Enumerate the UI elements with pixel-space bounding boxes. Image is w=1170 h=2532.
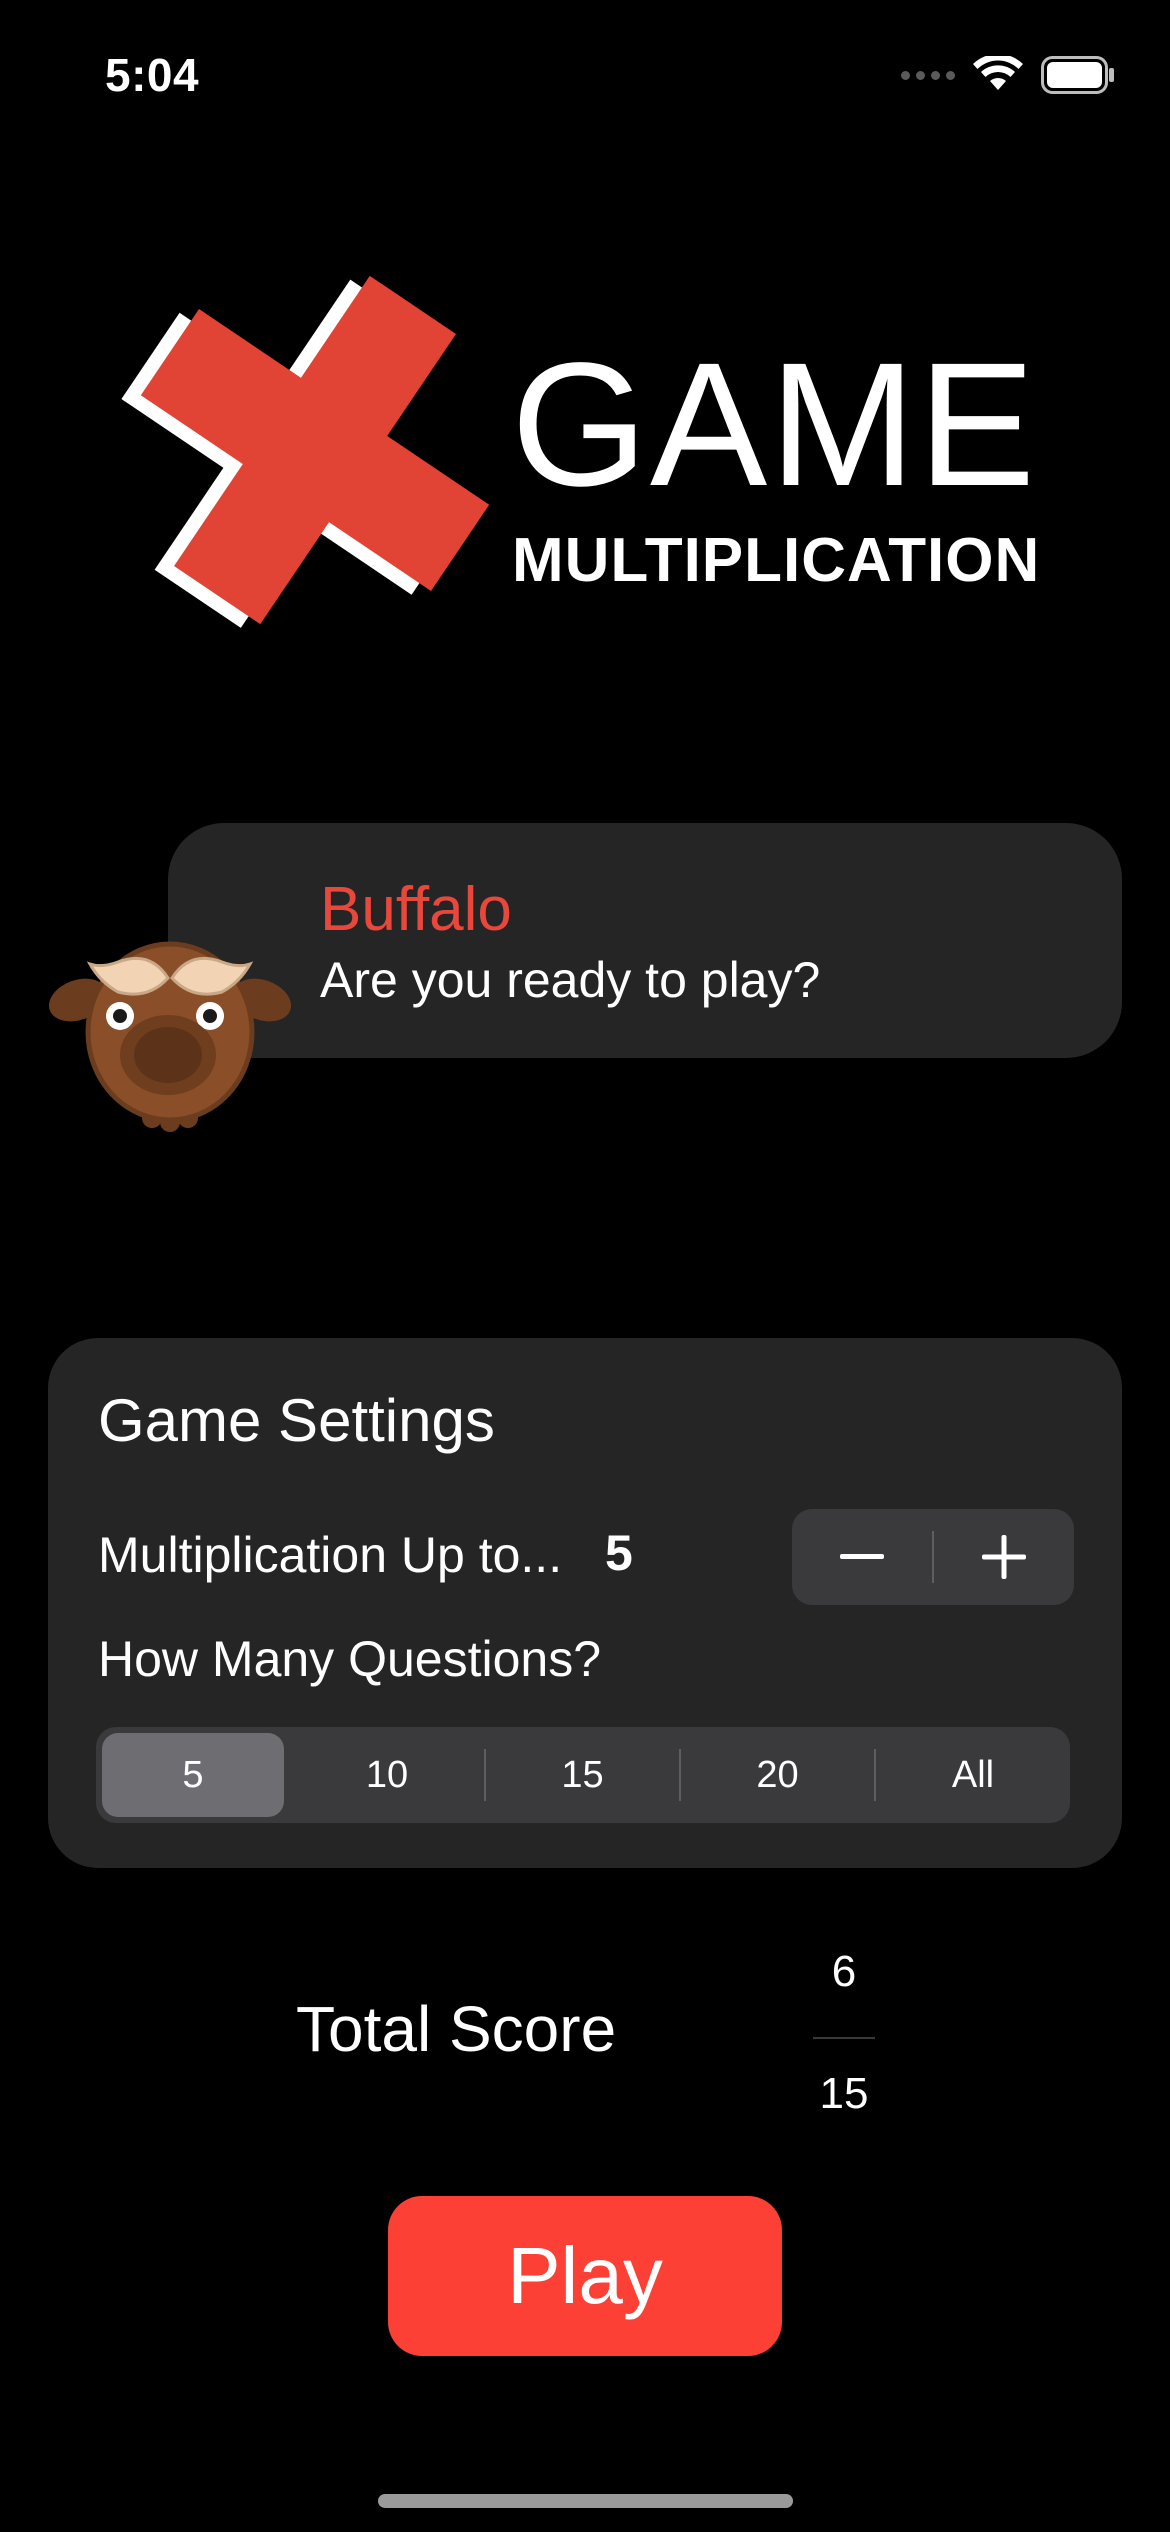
logo-title: GAME bbox=[511, 327, 1038, 523]
character-name: Buffalo bbox=[320, 875, 512, 944]
segment-5[interactable]: 5 bbox=[102, 1733, 284, 1817]
increment-button[interactable] bbox=[934, 1509, 1074, 1605]
total-score-label: Total Score bbox=[296, 1993, 617, 2065]
home-indicator[interactable] bbox=[378, 2494, 793, 2508]
character-card: Buffalo Are you ready to play? bbox=[168, 823, 1122, 1058]
wifi-icon bbox=[973, 56, 1023, 90]
game-settings-card: Game Settings Multiplication Up to... 5 … bbox=[48, 1338, 1122, 1868]
multiplication-x-icon bbox=[121, 275, 490, 628]
questions-label: How Many Questions? bbox=[98, 1631, 602, 1687]
status-icons bbox=[901, 50, 1115, 100]
minus-icon bbox=[840, 1554, 884, 1559]
segment-15[interactable]: 15 bbox=[486, 1727, 679, 1823]
decrement-button[interactable] bbox=[792, 1509, 932, 1605]
multiplication-stepper[interactable] bbox=[792, 1509, 1074, 1605]
multiplication-value: 5 bbox=[605, 1525, 633, 1581]
logo-subtitle: MULTIPLICATION bbox=[512, 526, 1041, 595]
app-logo: GAME MULTIPLICATION bbox=[115, 255, 1065, 655]
segment-10[interactable]: 10 bbox=[290, 1727, 484, 1823]
multiplication-label: Multiplication Up to... bbox=[98, 1527, 563, 1583]
score-fraction-line bbox=[813, 2037, 875, 2039]
score-numerator: 6 bbox=[831, 1947, 857, 1996]
score-denominator: 15 bbox=[819, 2069, 869, 2118]
cellular-signal-icon bbox=[901, 70, 955, 80]
character-message: Are you ready to play? bbox=[320, 952, 821, 1008]
segment-all[interactable]: All bbox=[876, 1727, 1070, 1823]
play-button[interactable]: Play bbox=[388, 2196, 782, 2356]
status-time: 5:04 bbox=[105, 49, 200, 101]
settings-title: Game Settings bbox=[98, 1387, 495, 1454]
question-count-picker[interactable]: 5 10 15 20 All bbox=[96, 1727, 1070, 1823]
segment-20[interactable]: 20 bbox=[681, 1727, 874, 1823]
buffalo-avatar bbox=[48, 941, 292, 1132]
battery-icon bbox=[1041, 56, 1114, 94]
plus-icon bbox=[981, 1535, 1026, 1579]
